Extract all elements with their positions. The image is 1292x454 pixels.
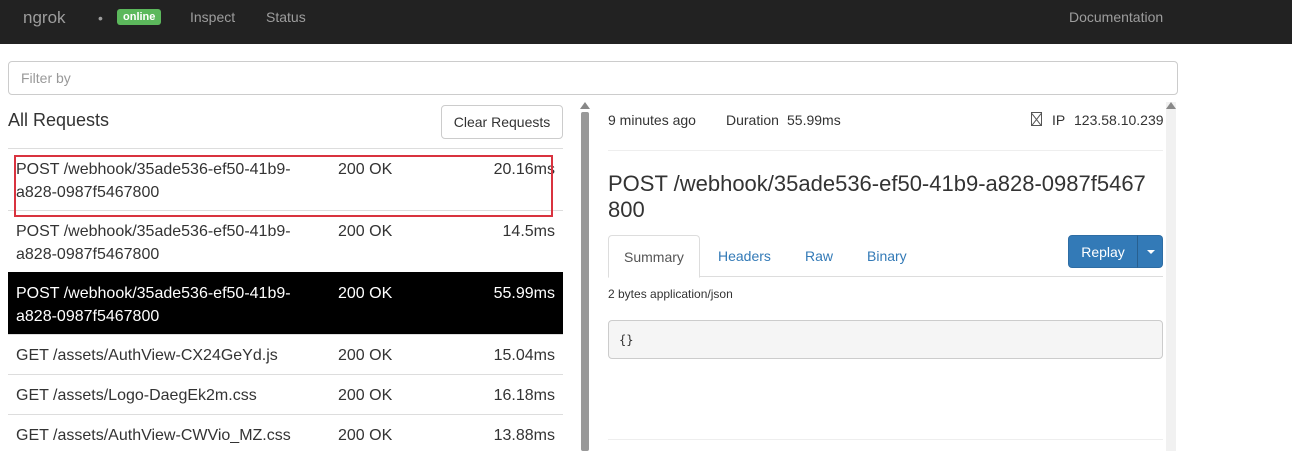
body-code-block: {}: [608, 320, 1163, 359]
request-duration: 13.88ms: [493, 427, 555, 444]
divider: [608, 439, 1163, 440]
request-status: 200 OK: [338, 347, 393, 364]
replay-dropdown-toggle[interactable]: [1137, 235, 1163, 268]
request-duration: 15.04ms: [493, 347, 555, 364]
divider: [608, 150, 1163, 151]
request-path: GET /assets/Logo-DaegEk2m.css: [16, 387, 257, 404]
request-duration: 14.5ms: [502, 223, 555, 240]
request-row[interactable]: GET /assets/Logo-DaegEk2m.css 200 OK 16.…: [8, 374, 563, 414]
tab-headers[interactable]: Headers: [703, 235, 786, 277]
request-detail-title: POST /webhook/35ade536-ef50-41b9-a828-09…: [608, 171, 1146, 222]
request-path: GET /assets/AuthView-CX24GeYd.js: [16, 347, 278, 364]
scrollbar-thumb[interactable]: [581, 112, 589, 451]
brand-logo[interactable]: ngrok: [23, 8, 66, 28]
filter-input[interactable]: [8, 61, 1178, 95]
clear-requests-button[interactable]: Clear Requests: [441, 105, 563, 139]
request-list-scrollbar[interactable]: [580, 102, 590, 451]
tab-summary[interactable]: Summary: [608, 235, 700, 278]
request-status: 200 OK: [338, 285, 393, 302]
request-path: POST /webhook/35ade536-ef50-41b9-a828-09…: [16, 161, 291, 201]
ip-value: 123.58.10.239: [1074, 112, 1164, 128]
duration-label: Duration: [726, 112, 779, 128]
detail-scrollbar[interactable]: [1166, 102, 1176, 451]
request-status: 200 OK: [338, 387, 393, 404]
request-duration: 20.16ms: [493, 161, 555, 178]
top-navbar: ngrok • online Inspect Status Documentat…: [0, 0, 1292, 44]
status-badge: online: [117, 9, 162, 25]
request-time-ago: 9 minutes ago: [608, 112, 696, 128]
request-status: 200 OK: [338, 427, 393, 444]
request-list: POST /webhook/35ade536-ef50-41b9-a828-09…: [8, 148, 563, 454]
replay-button[interactable]: Replay: [1068, 235, 1138, 268]
request-path: POST /webhook/35ade536-ef50-41b9-a828-09…: [16, 223, 291, 263]
scroll-up-icon[interactable]: [1166, 102, 1176, 109]
nav-status[interactable]: Status: [266, 9, 306, 25]
ip-icon: [1031, 112, 1042, 126]
scroll-up-icon[interactable]: [580, 102, 590, 109]
duration-value: 55.99ms: [787, 112, 841, 128]
request-path: POST /webhook/35ade536-ef50-41b9-a828-09…: [16, 285, 291, 325]
request-status: 200 OK: [338, 161, 393, 178]
request-duration: 55.99ms: [493, 285, 555, 302]
request-path: GET /assets/AuthView-CWVio_MZ.css: [16, 427, 291, 444]
request-row[interactable]: GET /assets/AuthView-CWVio_MZ.css 200 OK…: [8, 414, 563, 454]
nav-documentation[interactable]: Documentation: [1069, 9, 1163, 25]
tab-raw[interactable]: Raw: [790, 235, 848, 277]
caret-down-icon: [1147, 250, 1155, 254]
request-status: 200 OK: [338, 223, 393, 240]
request-row[interactable]: GET /assets/AuthView-CX24GeYd.js 200 OK …: [8, 334, 563, 374]
body-info: 2 bytes application/json: [608, 287, 733, 301]
tab-binary[interactable]: Binary: [852, 235, 922, 277]
ip-label: IP: [1052, 112, 1066, 128]
separator-dot: •: [98, 10, 103, 26]
request-row[interactable]: POST /webhook/35ade536-ef50-41b9-a828-09…: [8, 148, 563, 210]
request-duration: 16.18ms: [493, 387, 555, 404]
request-row-selected[interactable]: POST /webhook/35ade536-ef50-41b9-a828-09…: [8, 272, 563, 334]
request-row[interactable]: POST /webhook/35ade536-ef50-41b9-a828-09…: [8, 210, 563, 272]
nav-inspect[interactable]: Inspect: [190, 9, 235, 25]
all-requests-title: All Requests: [8, 110, 110, 130]
